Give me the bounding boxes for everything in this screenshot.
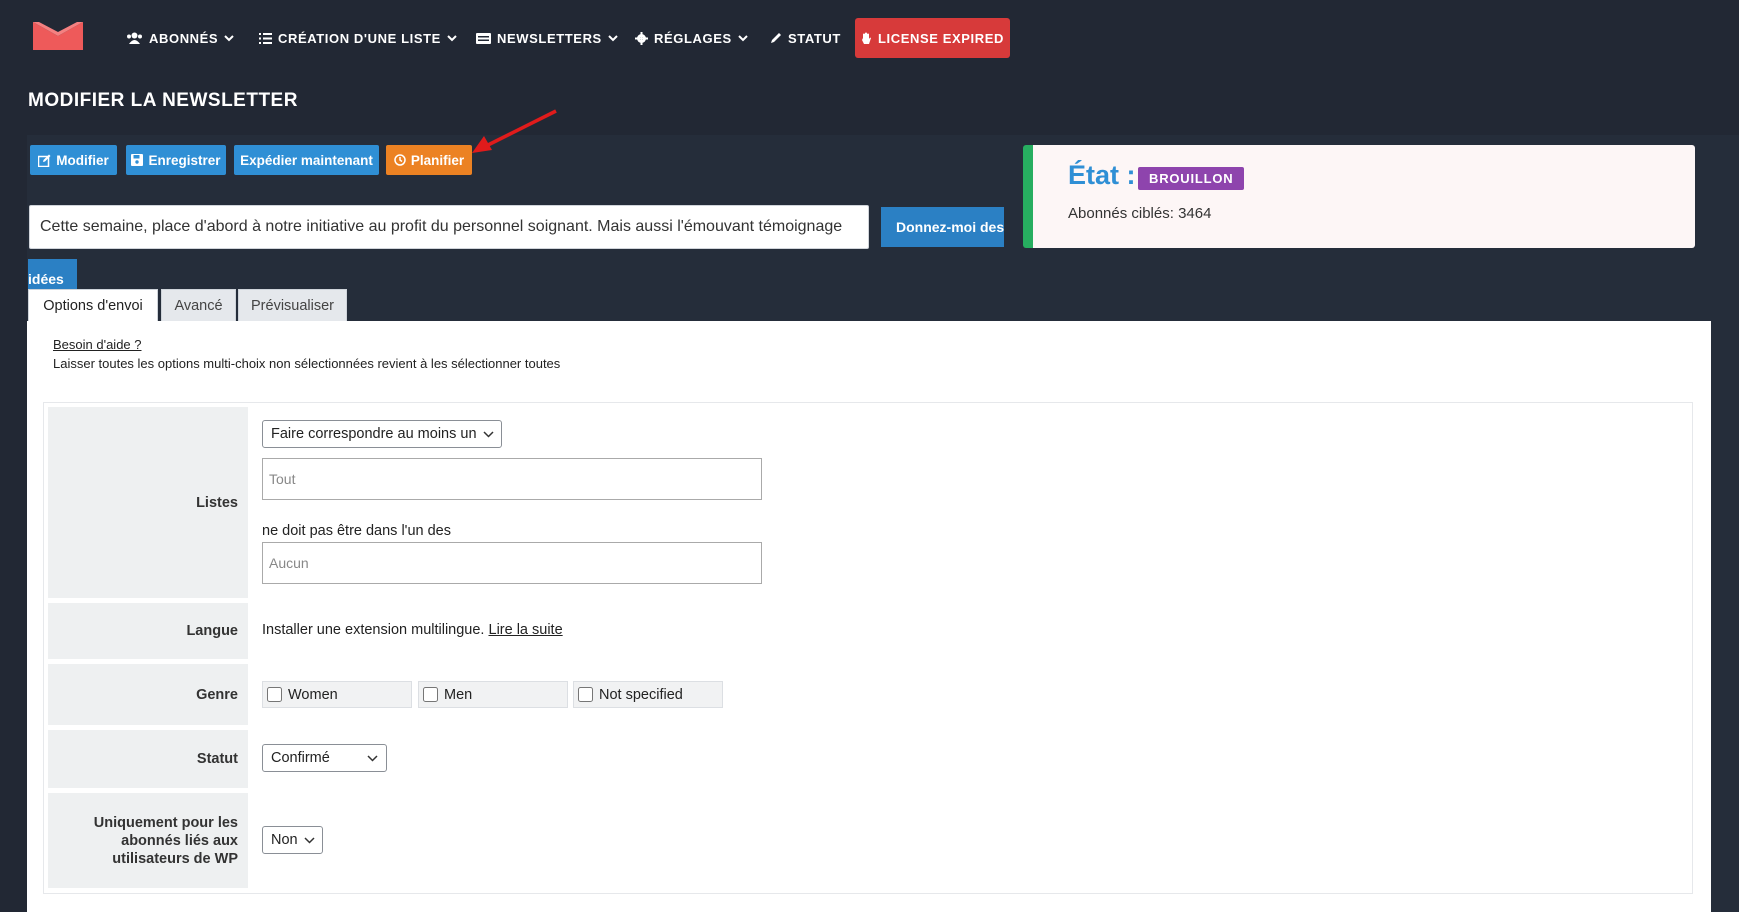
license-expired-label: LICENSE EXPIRED	[877, 30, 1005, 46]
schedule-button-label: Planifier	[410, 152, 465, 168]
status-filter-label: Statut	[48, 730, 248, 788]
tab-send-options[interactable]: Options d'envoi	[28, 289, 158, 321]
nav-newsletters-label: NEWSLETTERS	[497, 30, 602, 46]
nav-status[interactable]: STATUT	[770, 28, 841, 48]
nav-list-creation[interactable]: CRÉATION D'UNE LISTE	[259, 28, 457, 48]
nav-settings-label: RÉGLAGES	[654, 30, 732, 46]
nav-subscribers-label: ABONNÉS	[149, 30, 219, 46]
edit-icon	[38, 154, 51, 167]
send-now-button-label: Expédier maintenant	[240, 152, 373, 168]
gender-label: Genre	[48, 664, 248, 725]
lists-exclude-input[interactable]: Aucun	[262, 542, 762, 584]
gender-women-option[interactable]: Women	[262, 681, 412, 708]
language-text: Installer une extension multilingue.	[262, 622, 485, 638]
edit-button[interactable]: Modifier	[30, 145, 117, 175]
wp-only-label: Uniquement pour les abonnés liés aux uti…	[48, 793, 248, 888]
language-info: Installer une extension multilingue. Lir…	[262, 622, 563, 638]
gender-women-label: Women	[288, 686, 338, 703]
wp-only-select[interactable]: Non	[262, 826, 323, 854]
chevron-down-icon	[483, 430, 494, 438]
chevron-down-icon	[738, 34, 748, 41]
nav-newsletters[interactable]: NEWSLETTERS	[476, 28, 618, 48]
tab-advanced[interactable]: Avancé	[161, 289, 236, 321]
annotation-arrow-icon	[472, 109, 557, 153]
schedule-button[interactable]: Planifier	[386, 145, 472, 175]
status-badge: BROUILLON	[1138, 167, 1245, 190]
license-expired-button[interactable]: LICENSE EXPIRED	[855, 18, 1010, 58]
nav-status-label: STATUT	[788, 30, 841, 46]
save-icon	[131, 154, 144, 166]
chevron-down-icon	[447, 34, 457, 41]
send-options-panel: Besoin d'aide ? Laisser toutes les optio…	[27, 321, 1711, 912]
help-link[interactable]: Besoin d'aide ?	[53, 337, 142, 352]
lists-exclude-label: ne doit pas être dans l'un des	[262, 523, 451, 539]
gender-options: Women Men Not specified	[262, 681, 762, 709]
gender-not-specified-option[interactable]: Not specified	[573, 681, 723, 708]
chevron-down-icon	[608, 34, 618, 41]
clock-icon	[394, 154, 406, 166]
lists-match-value: Faire correspondre au moins un	[271, 426, 477, 442]
gender-women-checkbox[interactable]	[267, 687, 282, 702]
users-icon	[127, 32, 142, 44]
nav-subscribers[interactable]: ABONNÉS	[126, 28, 234, 48]
language-label: Langue	[48, 603, 248, 659]
read-more-link[interactable]: Lire la suite	[489, 622, 563, 638]
gender-men-label: Men	[444, 686, 473, 703]
subject-input[interactable]: Cette semaine, place d'abord à notre ini…	[29, 205, 869, 249]
gender-not-specified-checkbox[interactable]	[578, 687, 593, 702]
top-navigation: ABONNÉS CRÉATION D'UNE LISTE NEWSLETTERS…	[0, 0, 1739, 76]
status-filter-select[interactable]: Confirmé	[262, 744, 387, 772]
nav-settings[interactable]: RÉGLAGES	[635, 28, 748, 48]
edit-button-label: Modifier	[56, 152, 109, 168]
list-icon	[259, 32, 272, 44]
pencil-icon	[771, 33, 781, 43]
gear-icon	[635, 31, 648, 45]
hand-icon	[861, 32, 871, 44]
save-button[interactable]: Enregistrer	[126, 145, 226, 175]
wp-only-label-text: Uniquement pour les abonnés liés aux uti…	[93, 814, 238, 867]
lists-include-input[interactable]: Tout	[262, 458, 762, 500]
chevron-down-icon	[304, 836, 315, 844]
newspaper-icon	[476, 32, 491, 44]
tab-preview[interactable]: Prévisualiser	[238, 289, 347, 321]
chevron-down-icon	[367, 754, 378, 762]
status-label: État :	[1068, 160, 1136, 190]
send-options-form: Listes Faire correspondre au moins un To…	[43, 402, 1693, 894]
page-title: MODIFIER LA NEWSLETTER	[28, 90, 298, 111]
help-text: Laisser toutes les options multi-choix n…	[53, 356, 561, 371]
status-filter-value: Confirmé	[271, 750, 330, 766]
send-now-button[interactable]: Expédier maintenant	[234, 145, 379, 175]
app-logo[interactable]	[33, 22, 83, 50]
targeted-subscribers: Abonnés ciblés: 3464	[1068, 205, 1212, 222]
gender-men-checkbox[interactable]	[423, 687, 438, 702]
status-panel: État : BROUILLON Abonnés ciblés: 3464	[1023, 145, 1695, 248]
chevron-down-icon	[224, 34, 234, 41]
lists-match-select[interactable]: Faire correspondre au moins un	[262, 420, 502, 448]
gender-men-option[interactable]: Men	[418, 681, 568, 708]
ideas-button[interactable]: Donnez-moi des	[881, 207, 1004, 247]
wp-only-value: Non	[271, 832, 298, 848]
gender-not-specified-label: Not specified	[599, 686, 683, 703]
ideas-button-overflow[interactable]: idées	[28, 259, 77, 289]
save-button-label: Enregistrer	[148, 152, 221, 168]
nav-list-creation-label: CRÉATION D'UNE LISTE	[278, 30, 441, 46]
lists-label: Listes	[48, 407, 248, 598]
